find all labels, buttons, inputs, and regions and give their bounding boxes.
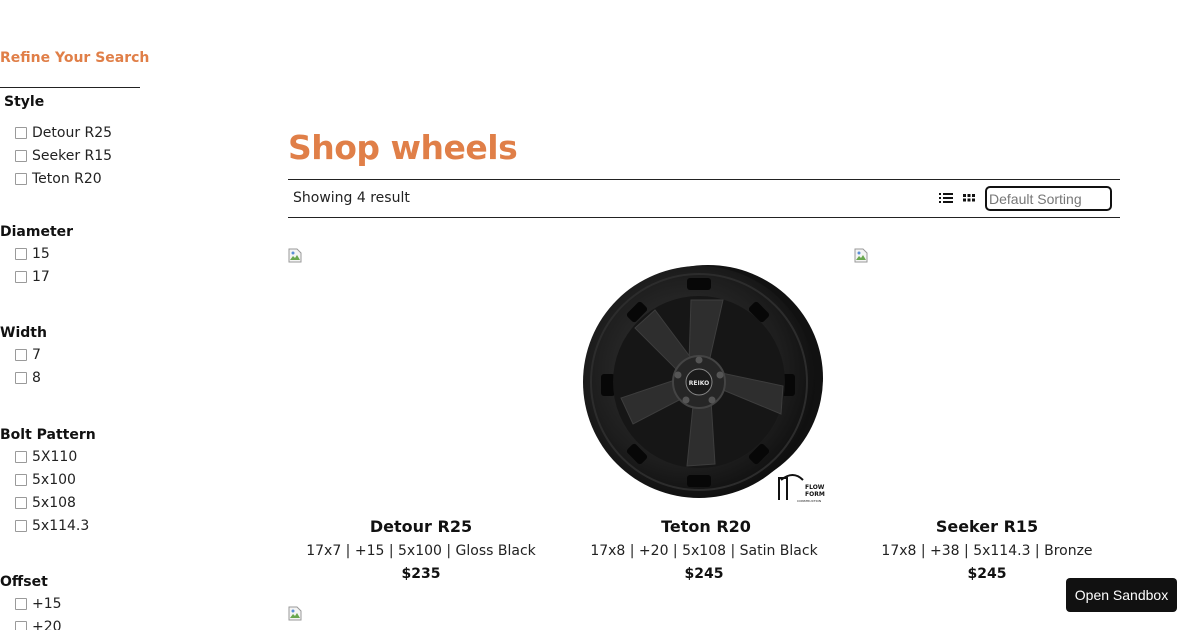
flow-form-badge: FLOW FORM CONSTRUCTION (778, 474, 825, 503)
product-image[interactable] (288, 248, 554, 510)
page-title: Shop wheels (288, 128, 518, 167)
filter-option-label: 5x114.3 (32, 517, 90, 534)
filter-heading: Bolt Pattern (0, 427, 96, 443)
filter-option-label: 5x100 (32, 471, 76, 488)
product-image[interactable] (854, 248, 1120, 510)
checkbox[interactable] (15, 348, 27, 361)
product-card-detour-r25[interactable]: Detour R25 17x7 | +15 | 5x100 | Gloss Bl… (288, 248, 554, 582)
filter-option-label: 17 (32, 268, 50, 285)
filter-group-style: Style Detour R25 Seeker R15 Teton R20 (0, 92, 140, 190)
checkbox[interactable] (15, 371, 27, 384)
sidebar-divider (0, 87, 140, 88)
filter-heading: Offset (0, 574, 48, 590)
checkbox[interactable] (15, 247, 27, 260)
result-count: Showing 4 result (293, 190, 410, 206)
checkbox[interactable] (15, 450, 27, 463)
product-name[interactable]: Detour R25 (288, 517, 554, 536)
product-price: $245 (684, 566, 724, 582)
filter-option-5x110[interactable]: 5X110 (15, 445, 140, 468)
filter-group-diameter: Diameter 15 17 (0, 222, 140, 288)
badge-line: FLOW (805, 484, 825, 491)
list-view-icon[interactable] (938, 190, 954, 204)
wheel-image: REIKO FLOW FORM CONSTRUCTION (583, 265, 825, 503)
badge-line: FORM (805, 491, 825, 498)
sort-dropdown[interactable]: Default Sorting (985, 186, 1112, 211)
filter-option-label: 8 (32, 369, 41, 386)
filter-option-plus-15[interactable]: +15 (15, 592, 140, 615)
checkbox[interactable] (15, 597, 27, 610)
checkbox[interactable] (15, 620, 27, 630)
filter-option-label: 5x108 (32, 494, 76, 511)
product-name[interactable]: Seeker R15 (854, 517, 1120, 536)
broken-image-icon (288, 606, 302, 621)
product-specs: 17x8 | +20 | 5x108 | Satin Black (590, 543, 818, 559)
checkbox[interactable] (15, 496, 27, 509)
filter-option-plus-20[interactable]: +20 (15, 615, 140, 630)
filter-option-label: Detour R25 (32, 124, 113, 141)
filter-option-5x114-3[interactable]: 5x114.3 (15, 514, 140, 537)
product-specs: 17x7 | +15 | 5x100 | Gloss Black (306, 543, 536, 559)
filter-option-seeker-r15[interactable]: Seeker R15 (15, 144, 140, 167)
checkbox[interactable] (15, 270, 27, 283)
product-specs: 17x8 | +38 | 5x114.3 | Bronze (881, 543, 1093, 559)
filter-option-5x108[interactable]: 5x108 (15, 491, 140, 514)
wheel-brand-mark: REIKO (689, 380, 709, 387)
product-price: $235 (401, 566, 441, 582)
badge-line: CONSTRUCTION (797, 499, 821, 503)
sort-selected-value: Default Sorting (989, 191, 1082, 207)
product-card-seeker-r15[interactable]: Seeker R15 17x8 | +38 | 5x114.3 | Bronze… (854, 248, 1120, 582)
page: Refine Your Search Style Detour R25 Seek… (0, 0, 1200, 630)
filter-option-label: Teton R20 (32, 170, 102, 187)
filter-heading: Diameter (0, 224, 74, 240)
checkbox[interactable] (15, 172, 27, 185)
filter-option-15[interactable]: 15 (15, 242, 140, 265)
filter-option-label: +20 (32, 618, 62, 630)
open-sandbox-button[interactable]: Open Sandbox (1066, 578, 1177, 612)
listing-toolbar: Showing 4 result Default Sorting (288, 179, 1120, 218)
filter-option-label: 15 (32, 245, 50, 262)
filter-option-8[interactable]: 8 (15, 366, 140, 389)
product-card-teton-r20[interactable]: REIKO FLOW FORM CONSTRUCTION Teton R20 1… (571, 248, 837, 582)
checkbox[interactable] (15, 149, 27, 162)
product-name[interactable]: Teton R20 (573, 517, 839, 536)
product-image[interactable]: REIKO FLOW FORM CONSTRUCTION (571, 248, 837, 510)
filter-option-label: 5X110 (32, 448, 78, 465)
grid-view-icon[interactable] (961, 190, 977, 204)
filter-option-detour-r25[interactable]: Detour R25 (15, 121, 140, 144)
sidebar-title: Refine Your Search (0, 50, 150, 66)
filter-group-width: Width 7 8 (0, 323, 140, 389)
filter-heading: Style (4, 94, 45, 110)
filter-option-label: Seeker R15 (32, 147, 113, 164)
filter-option-label: 7 (32, 346, 41, 363)
filter-group-bolt-pattern: Bolt Pattern 5X110 5x100 5x108 5x114.3 (0, 425, 140, 537)
filter-option-17[interactable]: 17 (15, 265, 140, 288)
checkbox[interactable] (15, 126, 27, 139)
broken-image-icon (288, 248, 302, 263)
filter-option-teton-r20[interactable]: Teton R20 (15, 167, 140, 190)
filter-option-7[interactable]: 7 (15, 343, 140, 366)
broken-image-icon (854, 248, 868, 263)
filter-option-5x100[interactable]: 5x100 (15, 468, 140, 491)
checkbox[interactable] (15, 473, 27, 486)
checkbox[interactable] (15, 519, 27, 532)
filter-heading: Width (0, 325, 47, 341)
filter-group-offset: Offset +15 +20 (0, 572, 140, 630)
filter-option-label: +15 (32, 595, 62, 612)
